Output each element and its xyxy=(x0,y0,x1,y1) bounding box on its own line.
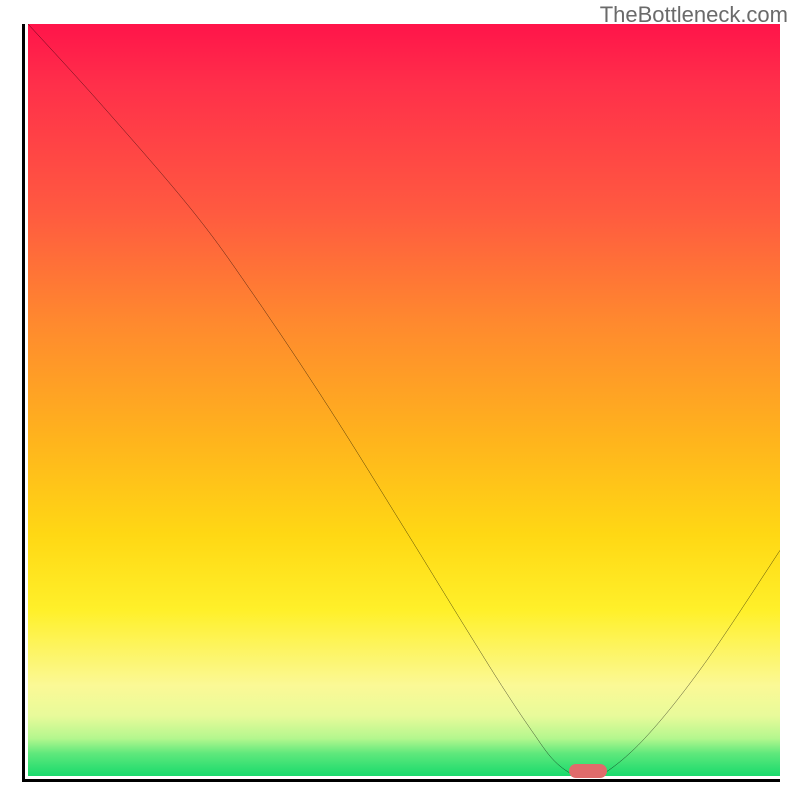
curve-path xyxy=(28,24,780,776)
curve-svg xyxy=(28,24,780,776)
optimal-marker xyxy=(569,764,607,778)
plot-area xyxy=(22,24,780,782)
chart-container: TheBottleneck.com xyxy=(0,0,800,800)
watermark-text: TheBottleneck.com xyxy=(600,2,788,28)
